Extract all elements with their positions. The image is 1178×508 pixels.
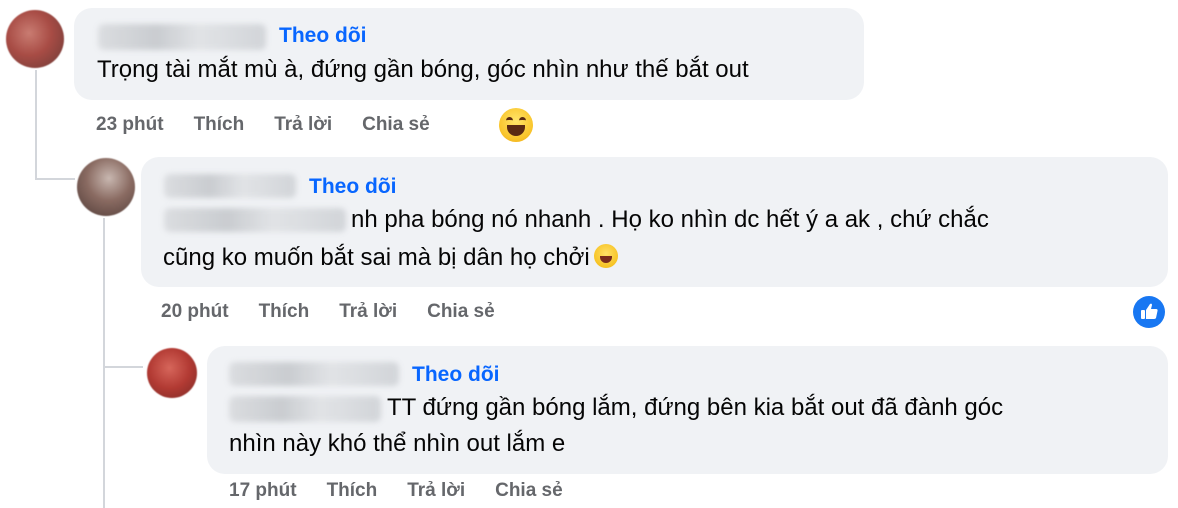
like-button[interactable]: Thích bbox=[194, 114, 245, 136]
follow-button[interactable]: Theo dõi bbox=[279, 24, 367, 48]
thumbs-up-glyph bbox=[1141, 303, 1158, 319]
follow-button[interactable]: Theo dõi bbox=[309, 175, 397, 199]
reply-button[interactable]: Trả lời bbox=[274, 114, 332, 136]
thread-line-sub bbox=[103, 218, 105, 508]
like-reaction-icon[interactable] bbox=[1133, 296, 1165, 328]
thread-line-branch-2 bbox=[103, 366, 143, 368]
author-name-blurred[interactable] bbox=[164, 174, 296, 198]
comment-text-line-1: nh pha bóng nó nhanh . Họ ko nhìn dc hết… bbox=[351, 206, 989, 233]
comment-actions: 20 phút Thích Trả lời Chia sẻ bbox=[161, 301, 495, 323]
haha-eye-left bbox=[506, 117, 513, 124]
thread-line-main bbox=[35, 70, 37, 180]
author-subtitle-blurred bbox=[229, 396, 381, 422]
comment-text: Trọng tài mắt mù à, đứng gần bóng, góc n… bbox=[97, 56, 749, 83]
haha-mouth bbox=[507, 125, 525, 136]
comment-actions: 23 phút Thích Trả lời Chia sẻ bbox=[96, 114, 430, 136]
like-button[interactable]: Thích bbox=[259, 301, 310, 323]
author-name-blurred[interactable] bbox=[98, 24, 266, 50]
author-subtitle-blurred bbox=[164, 208, 346, 232]
comment-text-line-2: cũng ko muốn bắt sai mà bị dân họ chởi bbox=[163, 241, 618, 275]
haha-eye-right bbox=[519, 117, 526, 124]
avatar[interactable] bbox=[6, 10, 64, 68]
comment-actions: 17 phút Thích Trả lời Chia sẻ bbox=[229, 480, 563, 502]
share-button[interactable]: Chia sẻ bbox=[362, 114, 430, 136]
thread-line-branch-1 bbox=[35, 178, 75, 180]
haha-reaction-icon[interactable] bbox=[499, 108, 533, 142]
timestamp[interactable]: 20 phút bbox=[161, 301, 229, 323]
comment-text-line-2-text: cũng ko muốn bắt sai mà bị dân họ chởi bbox=[163, 244, 590, 271]
avatar[interactable] bbox=[77, 158, 135, 216]
timestamp[interactable]: 23 phút bbox=[96, 114, 164, 136]
reply-button[interactable]: Trả lời bbox=[339, 301, 397, 323]
avatar[interactable] bbox=[147, 348, 197, 398]
timestamp[interactable]: 17 phút bbox=[229, 480, 297, 502]
comment-text-line-1: TT đứng gần bóng lắm, đứng bên kia bắt o… bbox=[387, 394, 1004, 421]
follow-button[interactable]: Theo dõi bbox=[412, 363, 500, 387]
comment-text-line-2: nhìn này khó thể nhìn out lắm e bbox=[229, 430, 566, 457]
reply-button[interactable]: Trả lời bbox=[407, 480, 465, 502]
laughing-tears-emoji bbox=[593, 244, 618, 268]
author-name-blurred[interactable] bbox=[229, 362, 399, 386]
share-button[interactable]: Chia sẻ bbox=[427, 301, 495, 323]
like-button[interactable]: Thích bbox=[327, 480, 378, 502]
share-button[interactable]: Chia sẻ bbox=[495, 480, 563, 502]
